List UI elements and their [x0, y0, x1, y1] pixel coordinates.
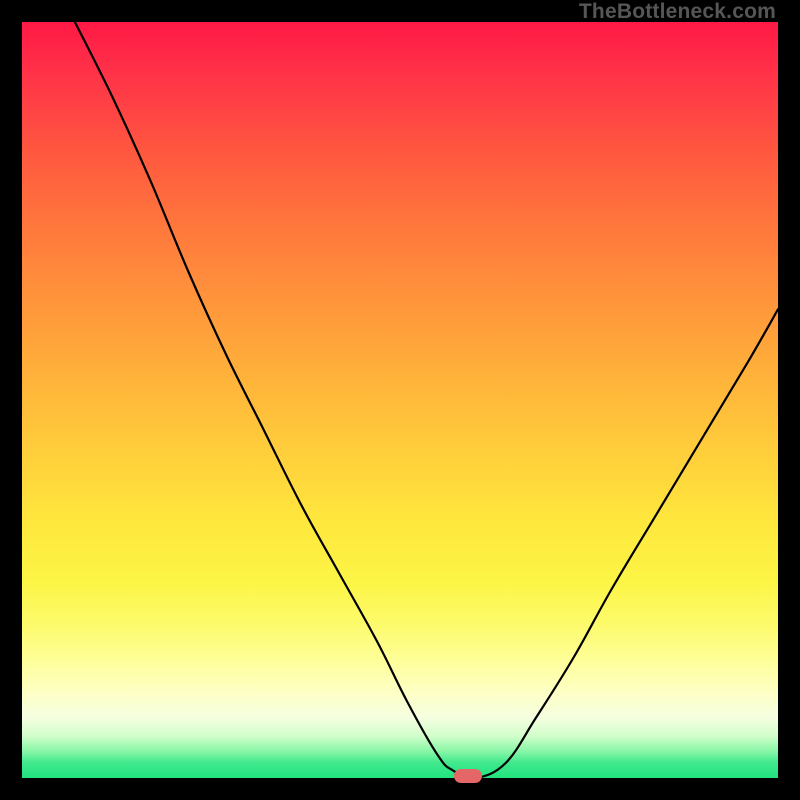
plot-area — [22, 22, 778, 778]
bottleneck-curve — [22, 22, 778, 778]
chart-frame: TheBottleneck.com — [0, 0, 800, 800]
optimal-marker — [454, 769, 482, 783]
watermark-text: TheBottleneck.com — [579, 0, 776, 24]
